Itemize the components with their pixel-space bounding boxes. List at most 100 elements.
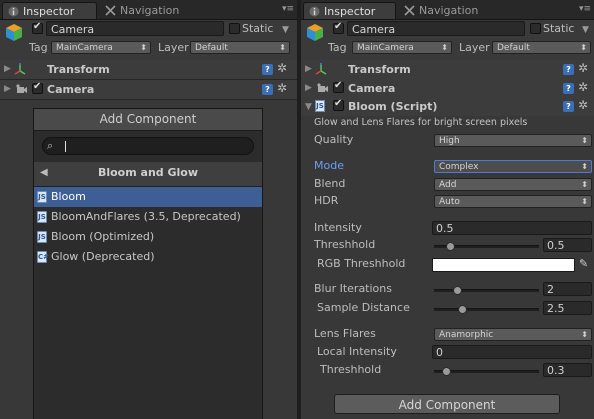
blur-iterations-slider[interactable] <box>434 286 539 295</box>
camera-enabled-checkbox[interactable] <box>333 80 344 93</box>
threshold-label: Threshhold <box>314 238 376 251</box>
category-title: Bloom and Glow <box>97 166 199 179</box>
popup-title: Add Component <box>34 109 262 131</box>
threshold-slider[interactable] <box>434 242 539 251</box>
add-component-popup: Add Component ⌕ ◀ Bloom and Glow JS Bloo… <box>33 108 263 419</box>
list-item-glow[interactable]: C# Glow (Deprecated) <box>34 247 262 267</box>
gear-icon[interactable]: ✲ <box>578 80 588 94</box>
sample-distance-label: Sample Distance <box>317 301 410 314</box>
transform-component-header[interactable]: ▶ Transform ? ✲ <box>301 60 594 80</box>
blur-iterations-field[interactable]: 2 <box>543 282 592 296</box>
threshold-slider-thumb[interactable] <box>445 242 455 251</box>
threshold-field[interactable]: 0.5 <box>543 238 592 252</box>
tag-dropdown[interactable]: MainCamera <box>352 41 452 54</box>
camera-label: Camera <box>348 82 396 95</box>
active-checkbox[interactable] <box>333 21 344 34</box>
sample-distance-field[interactable]: 2.5 <box>543 301 592 315</box>
inspector-icon <box>8 6 19 17</box>
tab-navigation[interactable]: Navigation <box>100 2 195 19</box>
static-dropdown-icon[interactable]: ▼ <box>282 26 289 35</box>
flare-threshold-label: Threshhold <box>320 363 382 376</box>
object-name-field[interactable]: Camera <box>46 21 224 36</box>
rgb-threshold-label: RGB Threshhold <box>317 257 406 270</box>
camera-enabled-checkbox[interactable] <box>32 81 43 94</box>
color-picker-icon[interactable]: ✎ <box>579 257 588 270</box>
flare-threshold-field[interactable]: 0.3 <box>543 363 592 377</box>
cube-icon <box>6 24 22 41</box>
help-icon[interactable]: ? <box>262 84 273 95</box>
intensity-field[interactable]: 0.5 <box>432 221 592 235</box>
hdr-dropdown[interactable]: Auto <box>434 195 592 208</box>
layer-label: Layer <box>459 41 490 54</box>
tab-inspector-label: Inspector <box>23 5 75 18</box>
inspector-icon <box>309 6 320 17</box>
sample-distance-slider-thumb[interactable] <box>458 305 467 314</box>
static-checkbox[interactable] <box>530 23 541 34</box>
blur-iterations-slider-thumb[interactable] <box>453 286 463 295</box>
help-icon[interactable]: ? <box>262 64 273 75</box>
category-header[interactable]: ◀ Bloom and Glow <box>34 162 262 187</box>
tab-inspector[interactable]: Inspector <box>303 2 396 19</box>
flare-threshold-slider[interactable] <box>434 367 539 376</box>
sample-distance-slider[interactable] <box>434 305 539 314</box>
gear-icon[interactable]: ✲ <box>578 98 588 112</box>
search-input[interactable]: ⌕ <box>42 137 254 155</box>
fold-arrow-icon[interactable]: ▶ <box>4 64 11 74</box>
help-icon[interactable]: ? <box>563 64 574 75</box>
fold-arrow-icon[interactable]: ▶ <box>305 64 312 74</box>
search-icon: ⌕ <box>47 139 54 152</box>
intensity-label: Intensity <box>314 221 362 234</box>
list-item-bloom[interactable]: JS Bloom <box>34 187 262 207</box>
mode-dropdown[interactable]: Complex <box>434 160 592 173</box>
gear-icon[interactable]: ✲ <box>277 81 287 95</box>
tab-navigation-label: Navigation <box>419 4 479 17</box>
list-item-label: Glow (Deprecated) <box>51 250 155 263</box>
bloom-component-header[interactable]: ▼ JS Bloom (Script) ? ✲ <box>301 97 594 116</box>
transform-component-header[interactable]: ▶ Transform ? ✲ <box>0 60 297 80</box>
layer-dropdown[interactable]: Default <box>492 41 591 54</box>
fold-arrow-down-icon[interactable]: ▼ <box>305 102 312 112</box>
tag-dropdown[interactable]: MainCamera <box>51 41 151 54</box>
flare-threshold-slider-thumb[interactable] <box>441 367 451 376</box>
list-item-bloomandflares[interactable]: JS BloomAndFlares (3.5, Deprecated) <box>34 207 262 227</box>
tab-navigation[interactable]: Navigation <box>399 2 494 19</box>
blend-dropdown[interactable]: Add <box>434 178 592 191</box>
script-icon: JS <box>37 191 47 203</box>
rgb-threshold-color-field[interactable] <box>432 258 575 272</box>
tab-menu-icon[interactable]: ▾≡ <box>282 5 294 14</box>
list-item-bloom-optimized[interactable]: JS Bloom (Optimized) <box>34 227 262 247</box>
camera-icon <box>317 83 328 92</box>
fold-arrow-icon[interactable]: ▶ <box>4 84 11 94</box>
tag-label: Tag <box>29 41 48 54</box>
navigation-icon <box>105 5 116 16</box>
static-dropdown-icon[interactable]: ▼ <box>582 26 589 35</box>
quality-dropdown[interactable]: High <box>434 134 592 147</box>
script-icon: JS <box>315 100 325 112</box>
inspector-panel-right: Inspector Navigation ▾≡ Camera Static ▼ … <box>301 0 594 419</box>
layer-dropdown[interactable]: Default <box>190 41 290 54</box>
script-icon: C# <box>37 251 50 263</box>
active-checkbox[interactable] <box>32 21 43 34</box>
transform-icon <box>315 63 327 75</box>
help-icon[interactable]: ? <box>563 101 574 112</box>
camera-component-header[interactable]: ▶ Camera ? ✲ <box>301 79 594 99</box>
list-item-label: BloomAndFlares (3.5, Deprecated) <box>51 210 241 223</box>
lens-flares-dropdown[interactable]: Anamorphic <box>434 328 592 341</box>
static-checkbox[interactable] <box>229 23 240 34</box>
list-item-label: Bloom <box>51 190 86 203</box>
gear-icon[interactable]: ✲ <box>277 61 287 75</box>
camera-component-header[interactable]: ▶ Camera ? ✲ <box>0 80 297 100</box>
local-intensity-field[interactable]: 0 <box>432 345 592 359</box>
tab-menu-icon[interactable]: ▾≡ <box>579 5 591 14</box>
add-component-button[interactable]: Add Component <box>334 394 560 414</box>
cube-icon <box>307 24 323 41</box>
object-name-field[interactable]: Camera <box>347 21 525 36</box>
script-icon: JS <box>37 231 47 243</box>
gameobject-header: Camera Static ▼ Tag MainCamera Layer Def… <box>0 20 297 61</box>
gear-icon[interactable]: ✲ <box>578 61 588 75</box>
transform-icon <box>14 63 26 75</box>
fold-arrow-icon[interactable]: ▶ <box>305 83 312 93</box>
tab-inspector[interactable]: Inspector <box>2 2 97 19</box>
bloom-enabled-checkbox[interactable] <box>333 98 344 111</box>
help-icon[interactable]: ? <box>563 83 574 94</box>
